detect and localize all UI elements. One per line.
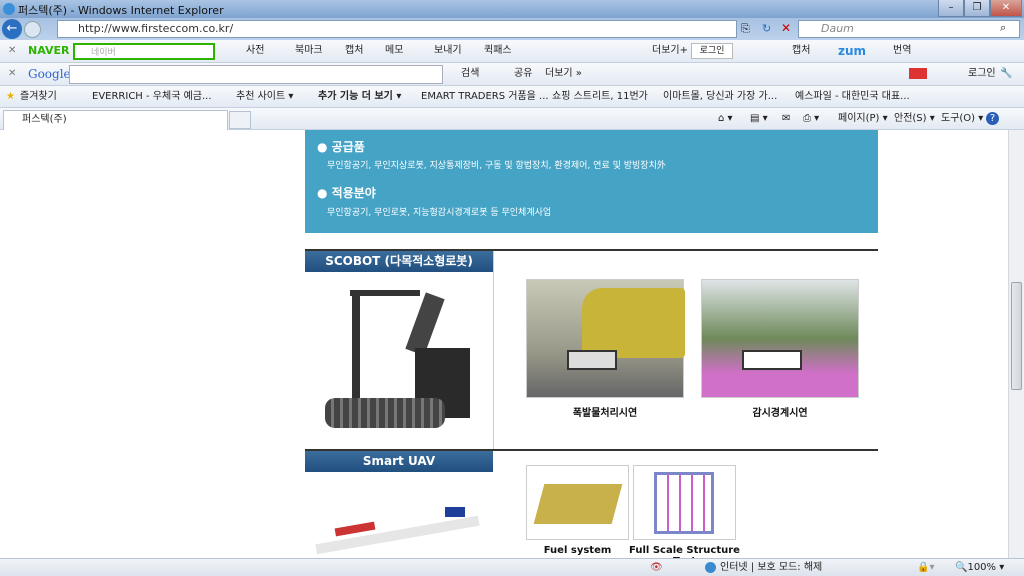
- favorite-link[interactable]: 이마트몰, 당신과 가장 가...: [663, 86, 777, 108]
- google-search-input[interactable]: [69, 65, 443, 84]
- capture-menu[interactable]: 캡처: [792, 40, 810, 62]
- window-title: 퍼스텍(주) - Windows Internet Explorer: [18, 4, 224, 17]
- apply-text: 무인항공기, 무인로봇, 지능형감시경계로봇 등 무인체계사업: [327, 208, 552, 218]
- favorite-link[interactable]: 추천 사이트 ▾: [236, 86, 293, 108]
- google-plus-icon[interactable]: [909, 68, 927, 79]
- security-zone: 인터넷 | 보호 모드: 해제: [720, 562, 823, 573]
- naver-more[interactable]: 더보기+: [652, 40, 688, 62]
- naver-capture[interactable]: 캡처: [345, 40, 363, 62]
- lock-icon[interactable]: 🔒▾: [917, 559, 934, 576]
- google-logo: Google: [28, 67, 71, 81]
- vertical-scrollbar[interactable]: [1008, 130, 1024, 558]
- tools-menu[interactable]: 도구(O) ▾: [941, 108, 983, 130]
- column-divider: [493, 251, 494, 450]
- naver-logo: NAVER: [28, 44, 70, 57]
- close-toolbar-icon[interactable]: ✕: [8, 63, 16, 85]
- stop-icon[interactable]: ✕: [781, 21, 791, 35]
- naver-memo[interactable]: 메모: [385, 40, 403, 62]
- naver-dictionary[interactable]: 사전: [246, 40, 264, 62]
- title-bar: 퍼스텍(주) - Windows Internet Explorer – ❐ ✕: [0, 0, 1024, 18]
- zoom-level[interactable]: 🔍100% ▾: [955, 559, 1004, 576]
- naver-search-input[interactable]: 네이버: [73, 43, 215, 60]
- info-box: ● 공급품 무인항공기, 무인지상로봇, 지상통제장비, 구동 및 항법장치, …: [305, 130, 878, 233]
- new-tab-button[interactable]: [229, 111, 251, 129]
- tab-firstec[interactable]: 퍼스텍(주): [3, 110, 228, 130]
- favorite-link[interactable]: EMART TRADERS 거품을 ...: [421, 86, 549, 108]
- close-button[interactable]: ✕: [990, 0, 1022, 17]
- naver-bookmark[interactable]: 북마크: [295, 40, 323, 62]
- favorite-link[interactable]: 추가 기능 더 보기 ▾: [318, 86, 401, 108]
- print-icon[interactable]: ⎙ ▾: [803, 108, 819, 130]
- mail-icon[interactable]: ✉: [782, 108, 790, 130]
- naver-login-button[interactable]: 로그인: [691, 43, 733, 59]
- wrench-icon[interactable]: 🔧: [1000, 63, 1012, 85]
- image-caption: Full Scale Structure Test: [629, 545, 740, 558]
- google-more-button[interactable]: 더보기 »: [545, 63, 582, 85]
- scobot-robot-image: [320, 280, 480, 440]
- favorite-link[interactable]: EVERRICH - 우체국 예금...: [92, 86, 212, 108]
- back-button[interactable]: ←: [2, 19, 22, 39]
- status-bar: 👁 인터넷 | 보호 모드: 해제 🔒▾ 🔍100% ▾: [0, 558, 1024, 576]
- naver-toolbar: ✕ NAVER 네이버 사전 북마크 캡처 메모 보내기 퀵패스 더보기+ 로그…: [0, 40, 1024, 63]
- uav-image: [315, 495, 480, 558]
- supply-title: ● 공급품: [317, 140, 365, 154]
- favorites-bar: ★ 즐겨찾기 EVERRICH - 우체국 예금... 추천 사이트 ▾ 추가 …: [0, 86, 1024, 108]
- search-icon[interactable]: ⌕: [1000, 21, 1006, 35]
- favorites-star-icon: ★: [6, 91, 15, 102]
- google-login-button[interactable]: 로그인: [968, 63, 996, 85]
- minimize-button[interactable]: –: [938, 0, 964, 17]
- google-search-button[interactable]: 검색: [461, 63, 479, 85]
- google-toolbar: ✕ Google 검색 공유 더보기 » 로그인 🔧: [0, 63, 1024, 86]
- feeds-icon[interactable]: ▤ ▾: [750, 108, 768, 130]
- favorites-button[interactable]: 즐겨찾기: [20, 86, 57, 108]
- address-input[interactable]: http://www.firsteccom.co.kr/: [57, 20, 737, 38]
- explosive-demo-photo: [526, 279, 685, 398]
- privacy-icon[interactable]: 👁: [650, 559, 663, 576]
- scrollbar-thumb[interactable]: [1011, 282, 1022, 390]
- structure-test-image: [633, 465, 736, 540]
- zum-button[interactable]: zum: [838, 40, 866, 62]
- surveillance-demo-photo: [701, 279, 859, 398]
- compat-view-icon[interactable]: ⎘: [741, 22, 750, 36]
- ie-logo-icon: [3, 3, 15, 15]
- supply-text: 무인항공기, 무인지상로봇, 지상통제장비, 구동 및 항법장치, 환경제어, …: [327, 161, 666, 171]
- google-share-button[interactable]: 공유: [514, 63, 532, 85]
- translate-button[interactable]: 번역: [893, 40, 911, 62]
- forward-button[interactable]: [24, 21, 41, 38]
- uav-header: Smart UAV: [305, 451, 493, 472]
- apply-title: ● 적용분야: [317, 186, 376, 200]
- maximize-button[interactable]: ❐: [964, 0, 990, 17]
- tab-row: 퍼스텍(주) ⌂ ▾ ▤ ▾ ✉ ⎙ ▾ 페이지(P) ▾ 안전(S) ▾ 도구…: [0, 108, 1024, 130]
- page-content: ● 공급품 무인항공기, 무인지상로봇, 지상통제장비, 구동 및 항법장치, …: [0, 130, 1008, 558]
- fuel-system-image: [526, 465, 629, 540]
- photo-caption: 감시경계시연: [752, 408, 808, 419]
- refresh-icon[interactable]: ↻: [762, 22, 771, 35]
- favorite-link[interactable]: 예스파일 - 대한민국 대표...: [795, 86, 910, 108]
- page-menu[interactable]: 페이지(P) ▾: [838, 108, 888, 130]
- favorite-link[interactable]: 쇼핑 스트리트, 11번가: [552, 86, 648, 108]
- search-input[interactable]: Daum: [798, 20, 1020, 38]
- photo-caption: 폭발물처리시연: [572, 408, 638, 419]
- scobot-header: SCOBOT (다목적소형로봇): [305, 251, 493, 272]
- home-icon[interactable]: ⌂ ▾: [718, 108, 733, 130]
- naver-quickpass[interactable]: 퀵패스: [484, 40, 512, 62]
- close-toolbar-icon[interactable]: ✕: [8, 40, 16, 62]
- globe-icon: [705, 562, 716, 573]
- help-icon[interactable]: ?: [986, 112, 999, 125]
- naver-send[interactable]: 보내기: [434, 40, 462, 62]
- safety-menu[interactable]: 안전(S) ▾: [894, 108, 935, 130]
